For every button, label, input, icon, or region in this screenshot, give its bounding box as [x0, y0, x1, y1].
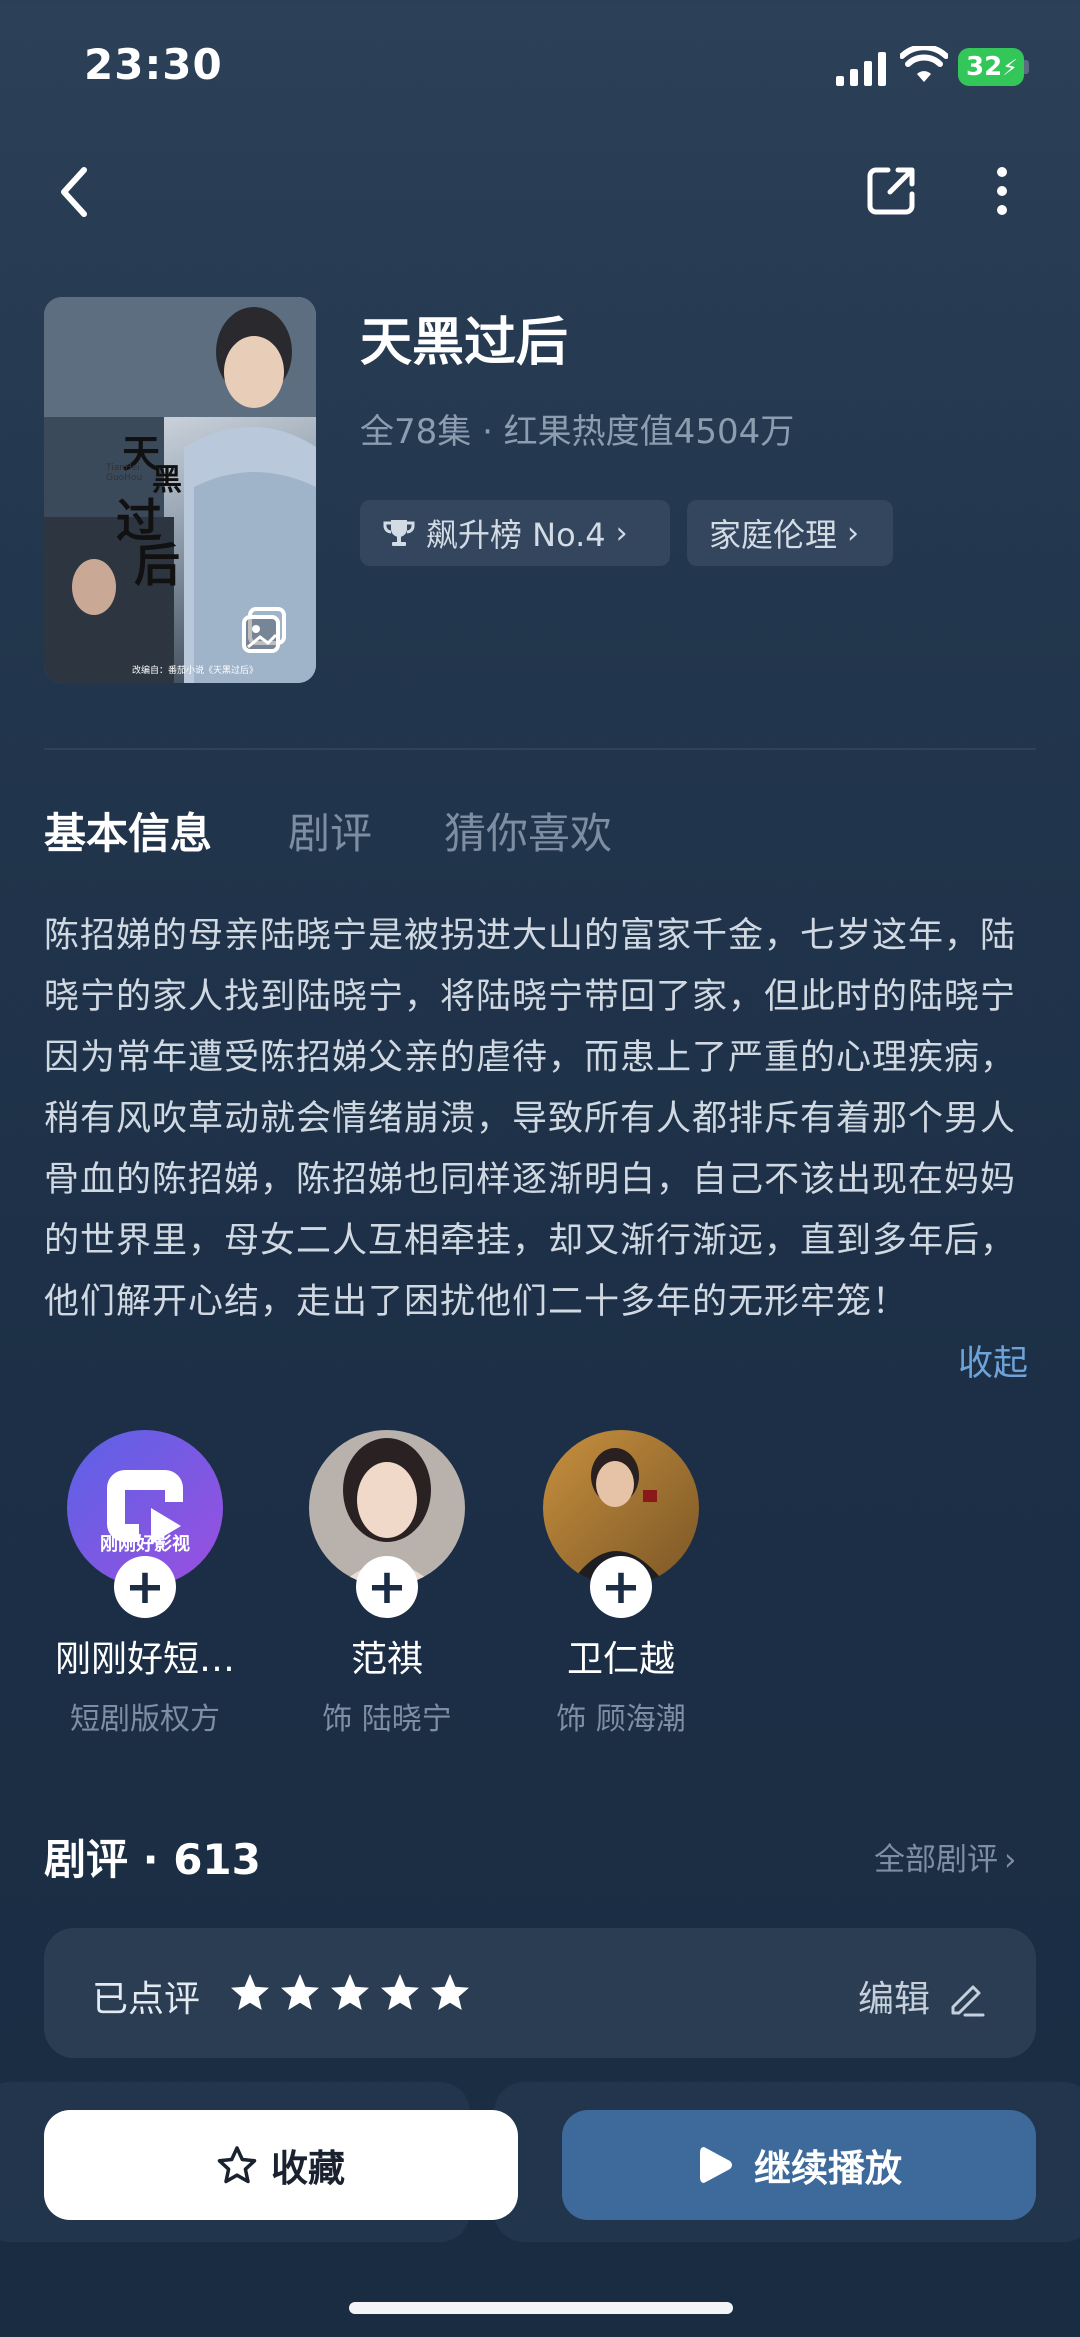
- edit-label: 编辑: [858, 1979, 931, 2020]
- cast-name: 卫仁越: [566, 1639, 675, 1680]
- tab-recommendations[interactable]: 猜你喜欢: [444, 800, 612, 861]
- genre-chip[interactable]: 家庭伦理 ›: [687, 500, 893, 566]
- tab-basic-info[interactable]: 基本信息: [44, 800, 212, 861]
- battery-level: 32: [966, 52, 1003, 82]
- collapse-button[interactable]: 收起: [958, 1335, 1028, 1386]
- chevron-right-icon: ›: [847, 515, 860, 551]
- battery-indicator: 32⚡: [958, 48, 1024, 86]
- status-time: 23:30: [84, 40, 223, 89]
- ranking-chip[interactable]: 飙升榜 No.4 ›: [360, 500, 670, 566]
- home-indicator[interactable]: [349, 2302, 733, 2314]
- all-reviews-link[interactable]: 全部剧评 ›: [874, 1834, 1016, 1879]
- play-icon: [700, 2147, 732, 2183]
- pencil-icon: [951, 1985, 985, 2017]
- all-reviews-label: 全部剧评: [874, 1842, 998, 1878]
- cast-name: 刚刚好短…: [54, 1639, 235, 1680]
- genre-chip-label: 家庭伦理: [709, 516, 838, 554]
- studio-logo-text: 刚刚好影视: [100, 1534, 190, 1555]
- cast-item[interactable]: 刚刚好影视 + 刚刚好短… 短剧版权方: [40, 1430, 250, 1750]
- star-outline-icon: [217, 2146, 257, 2184]
- back-button[interactable]: [54, 164, 94, 220]
- rating-stars: [231, 1974, 469, 2010]
- drama-description: 陈招娣的母亲陆晓宁是被拐进大山的富家千金，七岁这年，陆晓宁的家人找到陆晓宁，将陆…: [44, 916, 1017, 1322]
- continue-play-button[interactable]: 继续播放: [562, 2110, 1036, 2220]
- cast-name: 范祺: [350, 1639, 423, 1680]
- charging-bolt-icon: ⚡: [1002, 56, 1018, 81]
- favorite-label: 收藏: [271, 2147, 345, 2190]
- chevron-right-icon: ›: [615, 515, 628, 551]
- follow-plus-button[interactable]: +: [356, 1556, 418, 1618]
- battery-tip: [1024, 60, 1029, 74]
- section-divider: [44, 748, 1036, 750]
- poster-caption: 改编自：番茄小说《天黑过后》: [132, 666, 259, 676]
- drama-poster[interactable]: 天 黑 过 后 TianHei GuoHou 改编自：番茄小说《天黑过后》: [44, 297, 316, 683]
- drama-meta: 全78集 · 红果热度值4504万: [360, 412, 795, 452]
- cast-role: 饰 陆晓宁: [322, 1702, 452, 1737]
- share-button[interactable]: [866, 164, 918, 216]
- cast-role: 短剧版权方: [70, 1702, 220, 1737]
- rated-label: 已点评: [92, 1979, 201, 2020]
- poster-pinyin: TianHei GuoHou: [106, 463, 143, 483]
- gallery-icon[interactable]: [240, 605, 290, 655]
- more-options-button[interactable]: [990, 166, 1014, 216]
- cellular-signal-icon: [836, 52, 886, 86]
- tab-reviews[interactable]: 剧评: [288, 800, 372, 861]
- drama-title: 天黑过后: [360, 313, 569, 373]
- chevron-right-icon: ›: [1004, 1842, 1017, 1878]
- cast-item[interactable]: + 范祺 饰 陆晓宁: [282, 1430, 492, 1750]
- cast-role: 饰 顾海潮: [556, 1702, 686, 1737]
- favorite-button[interactable]: 收藏: [44, 2110, 518, 2220]
- continue-play-label: 继续播放: [754, 2147, 902, 2190]
- reviews-heading: 剧评 · 613: [44, 1835, 261, 1884]
- wifi-icon: [900, 46, 948, 82]
- ranking-chip-label: 飙升榜 No.4: [426, 516, 606, 554]
- cast-item[interactable]: + 卫仁越 饰 顾海潮: [516, 1430, 726, 1750]
- follow-plus-button[interactable]: +: [114, 1556, 176, 1618]
- follow-plus-button[interactable]: +: [590, 1556, 652, 1618]
- trophy-icon: [383, 520, 415, 546]
- edit-review-button[interactable]: 编辑: [858, 1970, 987, 2022]
- poster-title-char: 后: [134, 538, 180, 592]
